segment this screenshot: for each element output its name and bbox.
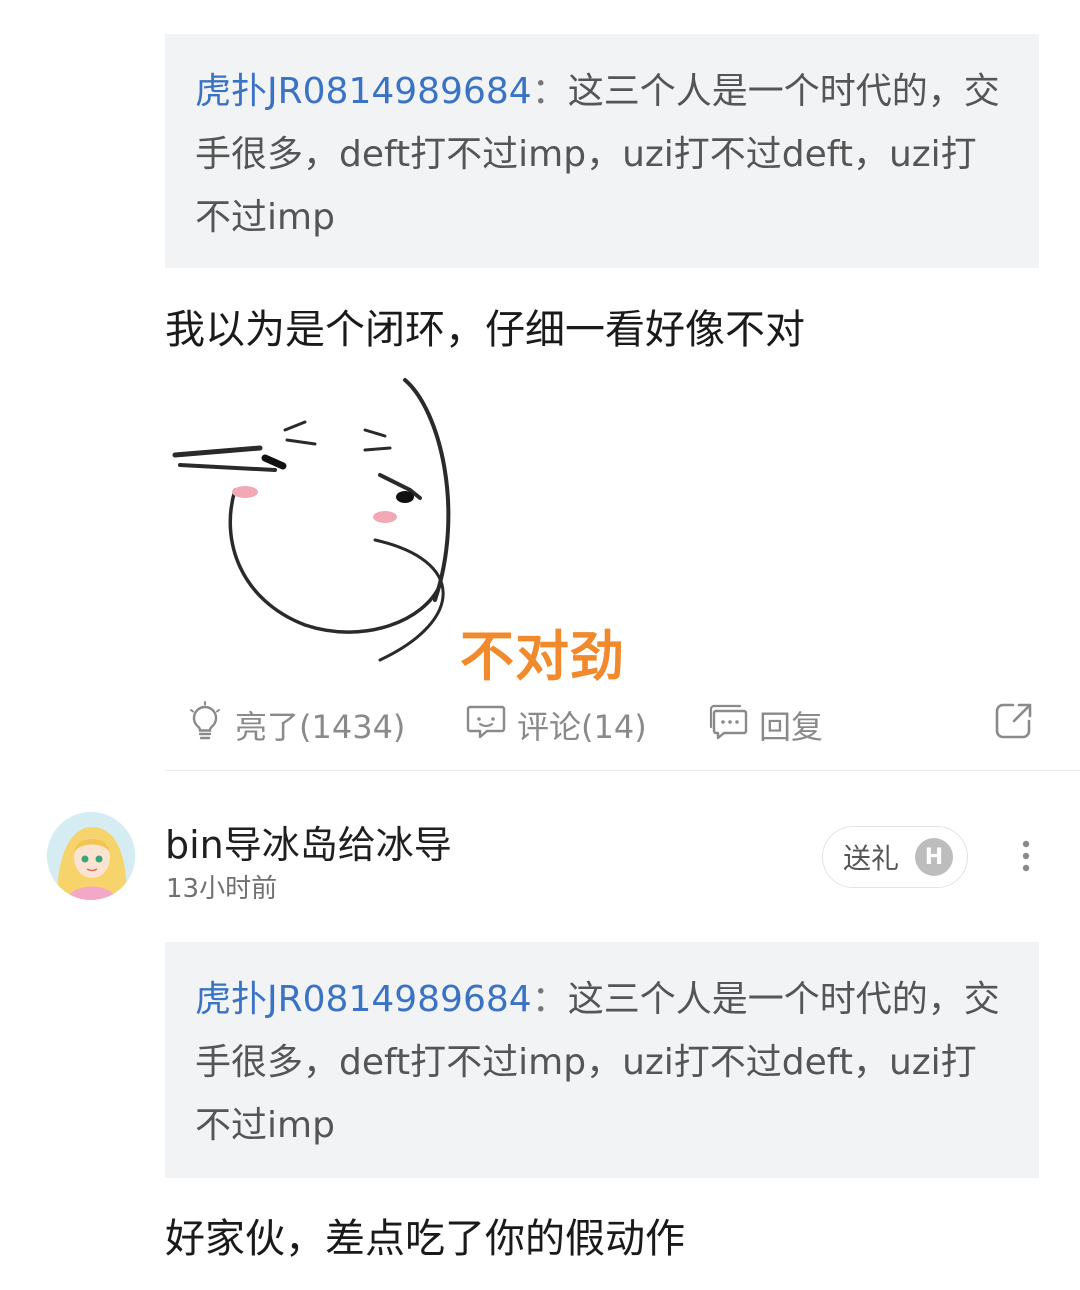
comment-count-label: 评论(14)	[517, 708, 647, 746]
gift-label: 送礼	[843, 842, 900, 875]
quoted-username[interactable]: 虎扑JR0814989684	[195, 71, 532, 112]
comment-bubble-icon	[465, 701, 517, 749]
share-icon	[993, 700, 1045, 750]
gift-button[interactable]: 送礼 H	[822, 826, 968, 888]
quote-separator: ：	[531, 71, 568, 112]
reply-label: 回复	[759, 708, 824, 746]
username[interactable]: bin导冰岛给冰导	[165, 814, 452, 869]
like-count-label: 亮了(1434)	[235, 708, 406, 746]
divider	[165, 770, 1080, 771]
comment-button[interactable]: 评论(14)	[465, 697, 647, 753]
timestamp: 13小时前	[166, 874, 278, 904]
quoted-reply[interactable]: 虎扑JR0814989684：这三个人是一个时代的，交手很多，deft打不过im…	[165, 942, 1039, 1178]
quoted-username[interactable]: 虎扑JR0814989684	[195, 979, 532, 1020]
quote-separator: ：	[531, 979, 568, 1020]
share-button[interactable]	[993, 697, 1045, 753]
comment-body: 我以为是个闭环，仔细一看好像不对	[165, 307, 805, 353]
lightbulb-icon	[185, 701, 235, 749]
more-vertical-icon[interactable]	[1012, 836, 1040, 876]
comment-thread: 虎扑JR0814989684：这三个人是一个时代的，交手很多，deft打不过im…	[0, 0, 1080, 1290]
reply-icon	[707, 701, 759, 749]
sticker-caption: 不对劲	[460, 625, 625, 688]
like-button[interactable]: 亮了(1434)	[185, 697, 405, 753]
reply-button[interactable]: 回复	[707, 697, 823, 753]
action-bar: 亮了(1434) 评论(14) 回复	[185, 697, 1040, 753]
coin-icon: H	[915, 838, 954, 876]
avatar[interactable]	[47, 812, 135, 900]
comment-body: 好家伙，差点吃了你的假动作	[165, 1216, 685, 1262]
quoted-reply[interactable]: 虎扑JR0814989684：这三个人是一个时代的，交手很多，deft打不过im…	[165, 34, 1039, 268]
